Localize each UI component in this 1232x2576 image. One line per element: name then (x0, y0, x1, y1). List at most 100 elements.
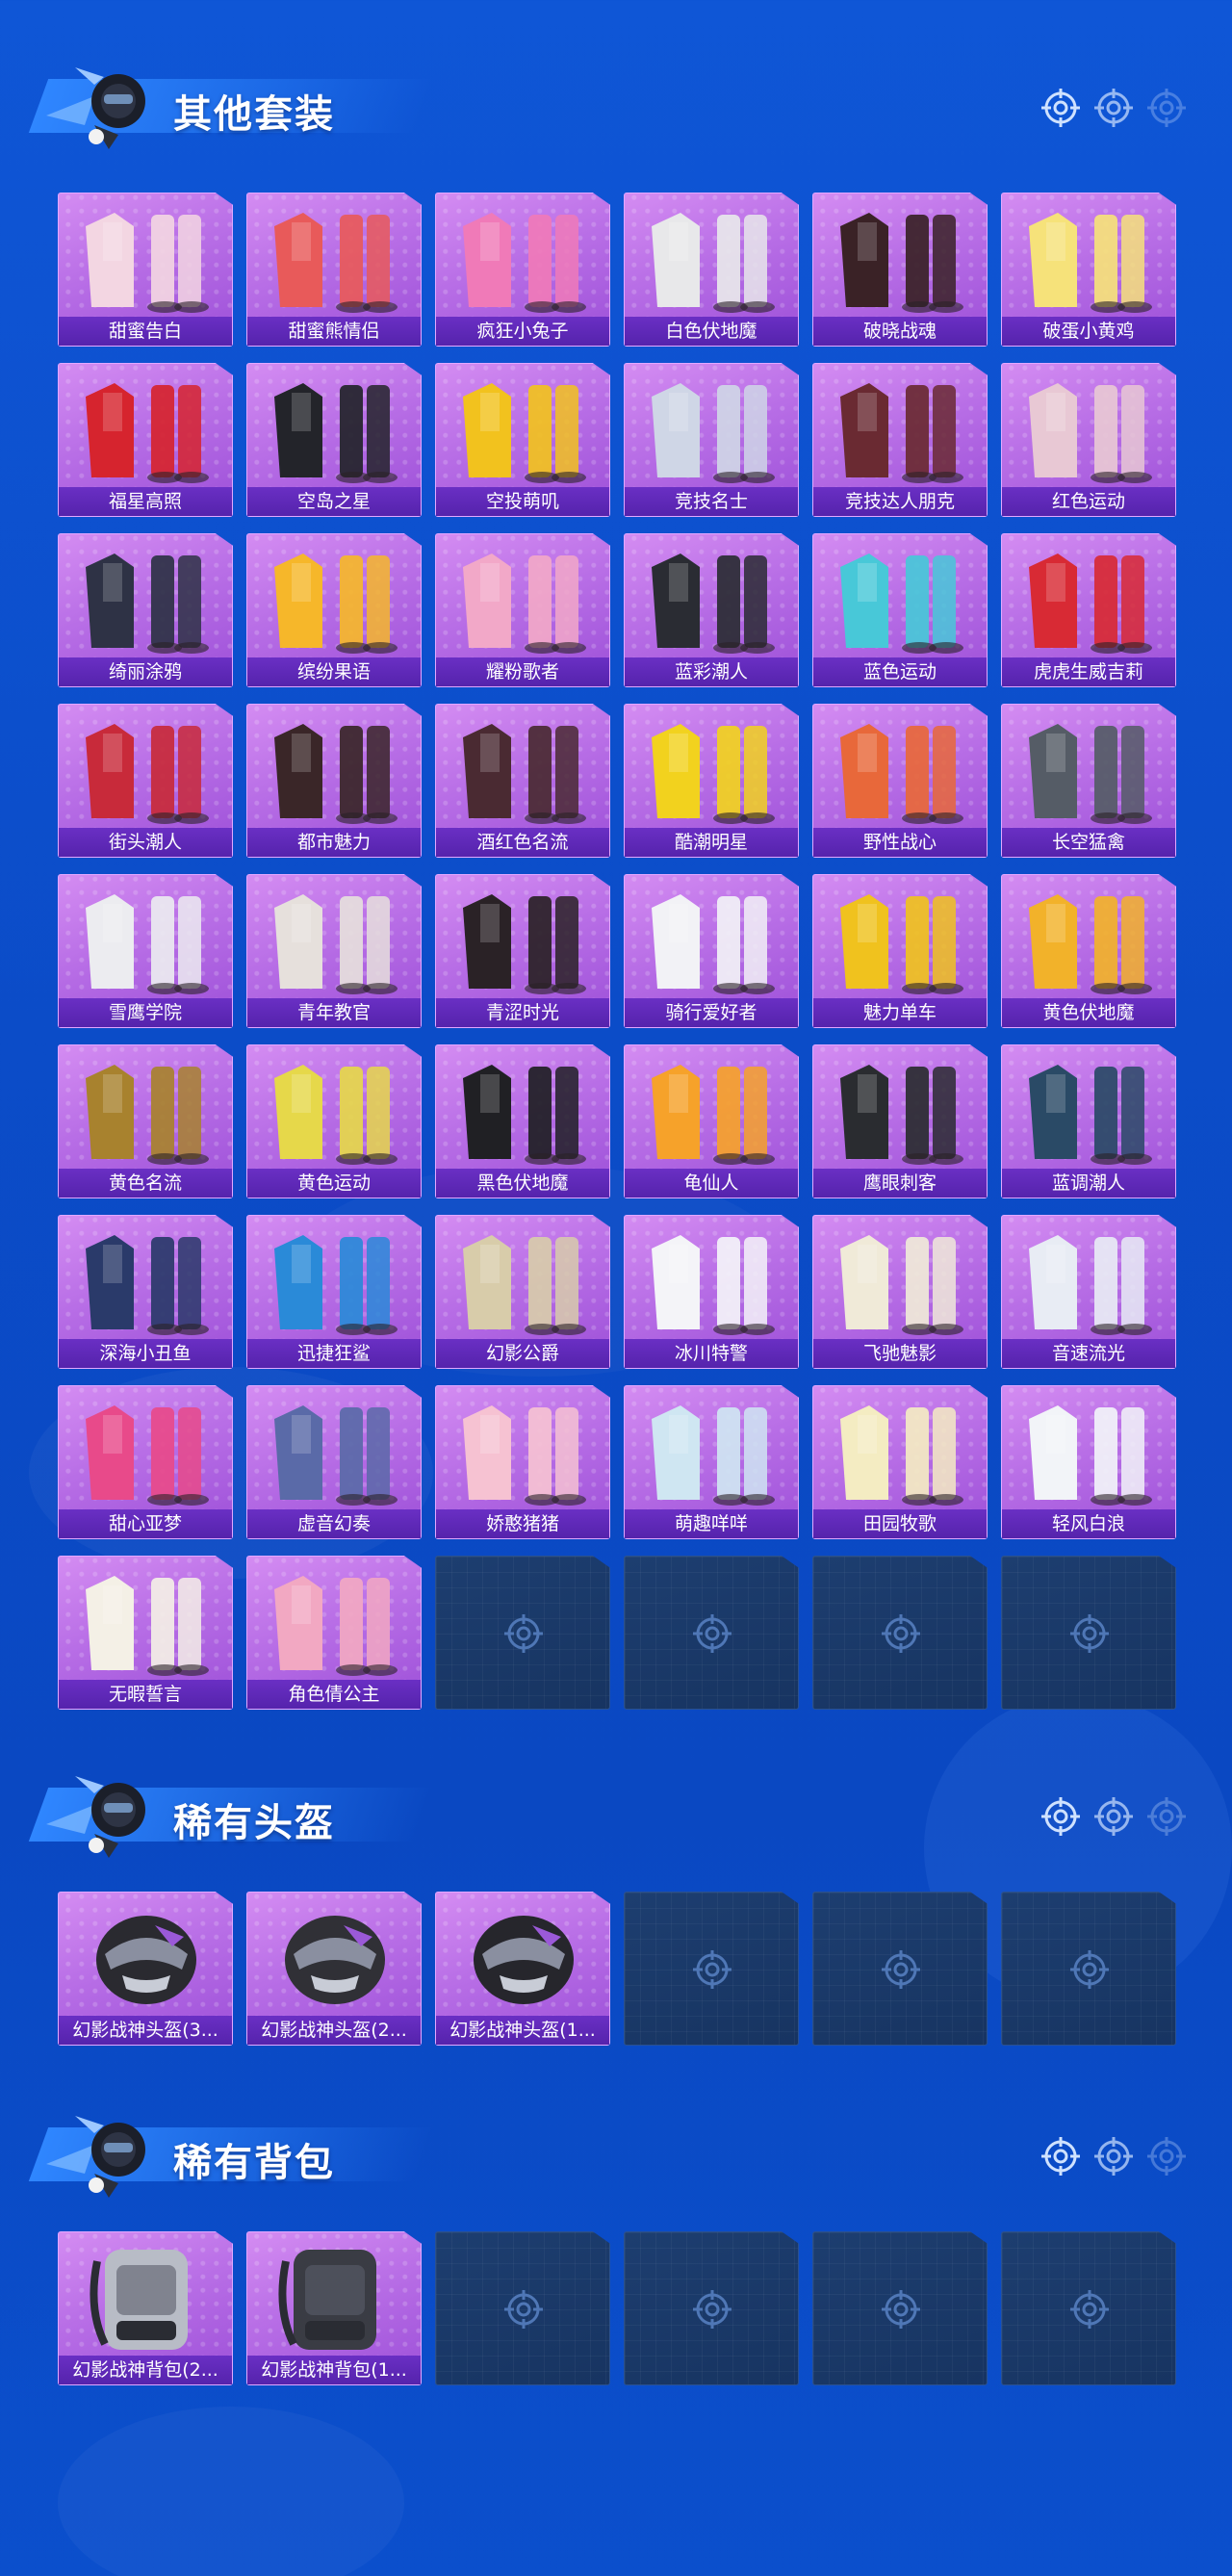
item-name-label: 青年教官 (247, 998, 421, 1027)
outfit-card[interactable]: 竞技达人朋克 (812, 363, 988, 517)
outfit-card[interactable]: 田园牧歌 (812, 1385, 988, 1539)
outfit-icon (86, 1065, 209, 1165)
outfit-icon (274, 1065, 398, 1165)
outfit-icon (463, 554, 586, 654)
helmet-icon (285, 1916, 385, 2004)
item-name-label: 萌趣咩咩 (625, 1509, 798, 1538)
outfit-card[interactable]: 破晓战魂 (812, 193, 988, 347)
outfit-card[interactable]: 青涩时光 (435, 874, 610, 1028)
outfit-icon (274, 213, 398, 313)
item-name-label: 娇憨猪猪 (436, 1509, 609, 1538)
mascot-icon (46, 1776, 145, 1858)
outfit-card[interactable]: 黄色运动 (246, 1044, 422, 1198)
item-name-label: 音速流光 (1002, 1339, 1175, 1368)
helmet-card[interactable]: 幻影战神头盔(3... (58, 1892, 233, 2046)
outfit-icon (463, 1235, 586, 1335)
outfit-card[interactable]: 耀粉歌者 (435, 533, 610, 687)
outfit-icon (1029, 383, 1152, 483)
outfit-card[interactable]: 蓝色运动 (812, 533, 988, 687)
outfit-card[interactable]: 轻风白浪 (1001, 1385, 1176, 1539)
outfit-card[interactable]: 长空猛禽 (1001, 704, 1176, 858)
outfit-card[interactable]: 萌趣咩咩 (624, 1385, 799, 1539)
outfit-card[interactable]: 红色运动 (1001, 363, 1176, 517)
outfit-card[interactable]: 甜心亚梦 (58, 1385, 233, 1539)
item-name-label: 街头潮人 (59, 828, 232, 857)
section-title: 其他套装 (173, 92, 335, 137)
outfit-card[interactable]: 白色伏地魔 (624, 193, 799, 347)
outfit-card[interactable]: 野性战心 (812, 704, 988, 858)
outfit-icon (274, 1576, 398, 1676)
outfit-card[interactable]: 角色倩公主 (246, 1556, 422, 1710)
item-name-label: 黑色伏地魔 (436, 1169, 609, 1198)
outfit-icon (274, 383, 398, 483)
item-name-label: 幻影战神背包(1... (247, 2356, 421, 2384)
section-header: 其他套装 (0, 58, 1232, 154)
backpack-card[interactable]: 幻影战神背包(1... (246, 2231, 422, 2385)
outfit-card[interactable]: 飞驰魅影 (812, 1215, 988, 1369)
outfit-icon (274, 894, 398, 994)
outfit-card[interactable]: 酷潮明星 (624, 704, 799, 858)
outfit-card[interactable]: 破蛋小黄鸡 (1001, 193, 1176, 347)
outfit-card[interactable]: 虎虎生威吉莉 (1001, 533, 1176, 687)
outfit-card[interactable]: 骑行爱好者 (624, 874, 799, 1028)
outfit-card[interactable]: 蓝调潮人 (1001, 1044, 1176, 1198)
outfit-card[interactable]: 甜蜜熊情侣 (246, 193, 422, 347)
outfit-card[interactable]: 缤纷果语 (246, 533, 422, 687)
outfit-card[interactable]: 雪鹰学院 (58, 874, 233, 1028)
outfit-card[interactable]: 黄色名流 (58, 1044, 233, 1198)
outfit-card[interactable]: 魅力单车 (812, 874, 988, 1028)
outfit-card[interactable]: 黑色伏地魔 (435, 1044, 610, 1198)
outfit-card[interactable]: 虚音幻奏 (246, 1385, 422, 1539)
outfit-card[interactable]: 空投萌叽 (435, 363, 610, 517)
outfit-card[interactable]: 深海小丑鱼 (58, 1215, 233, 1369)
outfit-card[interactable]: 龟仙人 (624, 1044, 799, 1198)
item-name-label: 蓝色运动 (813, 657, 987, 686)
outfit-card[interactable]: 蓝彩潮人 (624, 533, 799, 687)
background-decoration (58, 2407, 404, 2576)
outfit-card[interactable]: 无暇誓言 (58, 1556, 233, 1710)
helmet-card[interactable]: 幻影战神头盔(1... (435, 1892, 610, 2046)
outfit-card[interactable]: 疯狂小兔子 (435, 193, 610, 347)
item-name-label: 甜心亚梦 (59, 1509, 232, 1538)
outfit-card[interactable]: 青年教官 (246, 874, 422, 1028)
outfit-card[interactable]: 甜蜜告白 (58, 193, 233, 347)
outfit-card[interactable]: 竞技名士 (624, 363, 799, 517)
outfit-icon (463, 1405, 586, 1506)
crosshair-icon (693, 1614, 732, 1653)
outfit-icon (840, 383, 963, 483)
item-name-label: 空岛之星 (247, 487, 421, 516)
outfit-card[interactable]: 娇憨猪猪 (435, 1385, 610, 1539)
crosshair-icon (882, 1614, 920, 1653)
item-name-label: 甜蜜熊情侣 (247, 317, 421, 346)
helmet-card[interactable]: 幻影战神头盔(2... (246, 1892, 422, 2046)
item-name-label: 黄色名流 (59, 1169, 232, 1198)
outfit-card[interactable]: 街头潮人 (58, 704, 233, 858)
outfit-card[interactable]: 绮丽涂鸦 (58, 533, 233, 687)
empty-slot (812, 1556, 988, 1710)
item-name-label: 田园牧歌 (813, 1509, 987, 1538)
section-header: 稀有背包 (0, 2106, 1232, 2202)
outfit-card[interactable]: 冰川特警 (624, 1215, 799, 1369)
crosshair-icon (1041, 2137, 1080, 2176)
item-name-label: 蓝彩潮人 (625, 657, 798, 686)
outfit-card[interactable]: 幻影公爵 (435, 1215, 610, 1369)
item-name-label: 耀粉歌者 (436, 657, 609, 686)
outfit-card[interactable]: 迅捷狂鲨 (246, 1215, 422, 1369)
crosshair-icon (1147, 2137, 1186, 2176)
item-name-label: 黄色伏地魔 (1002, 998, 1175, 1027)
outfit-card[interactable]: 空岛之星 (246, 363, 422, 517)
empty-slot (435, 2231, 610, 2385)
outfit-card[interactable]: 福星高照 (58, 363, 233, 517)
outfit-icon (840, 213, 963, 313)
crosshair-icon (1070, 2290, 1109, 2329)
crosshair-icon (1094, 1797, 1133, 1836)
outfit-card[interactable]: 都市魅力 (246, 704, 422, 858)
outfit-card[interactable]: 鹰眼刺客 (812, 1044, 988, 1198)
outfit-icon (274, 724, 398, 824)
outfit-icon (274, 1405, 398, 1506)
backpack-card[interactable]: 幻影战神背包(2... (58, 2231, 233, 2385)
outfit-card[interactable]: 音速流光 (1001, 1215, 1176, 1369)
outfit-card[interactable]: 酒红色名流 (435, 704, 610, 858)
outfit-icon (840, 724, 963, 824)
outfit-card[interactable]: 黄色伏地魔 (1001, 874, 1176, 1028)
